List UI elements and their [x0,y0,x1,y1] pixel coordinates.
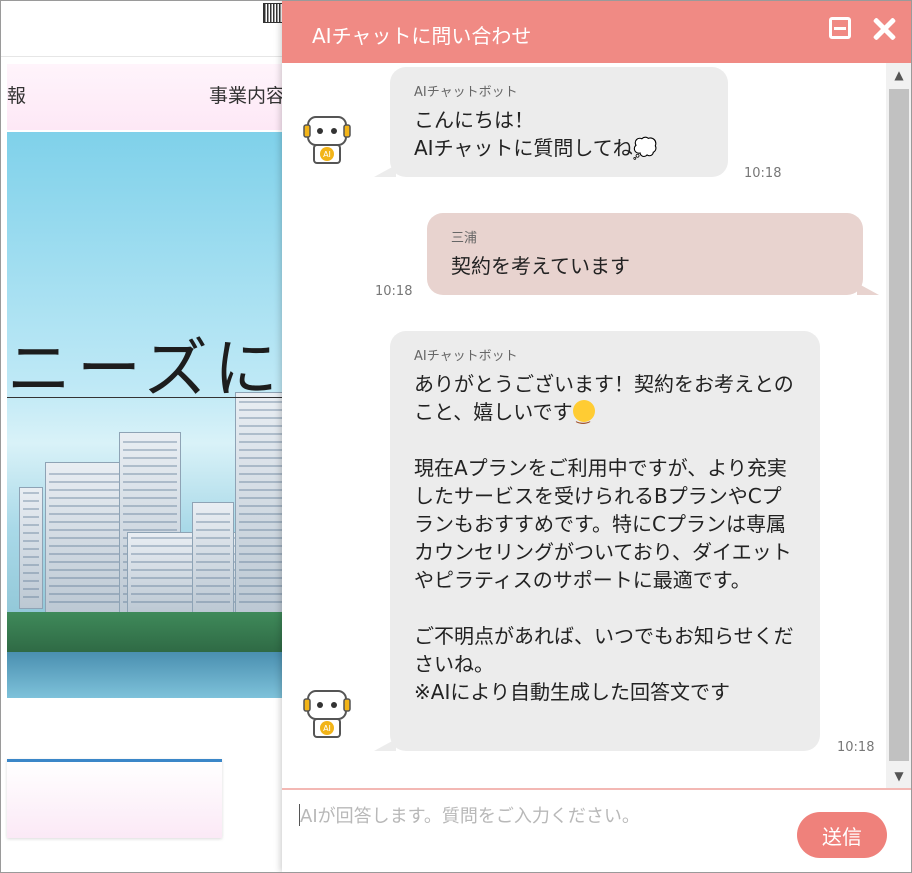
site-navigation: 報 事業内容 [7,64,301,130]
chat-title: AIチャットに問い合わせ [312,24,532,48]
chat-header: AIチャットに問い合わせ [282,1,911,63]
message-time: 10:18 [375,284,413,299]
user-message-bubble: 三浦 契約を考えています [427,213,879,295]
message-text: 契約を考えています [451,254,630,278]
hero-heading: ニーズに [7,333,284,407]
nav-item-partial[interactable]: 報 [7,81,26,108]
text-cursor [299,804,300,826]
robot-avatar-icon: AI [303,116,351,164]
message-text: こんにちは！ AIチャットに質問してね💭 [414,108,658,160]
nav-item-business[interactable]: 事業内容 [209,81,285,108]
message-time: 10:18 [744,166,782,181]
message-text: ありがとうございます！契約をお考えとのこと、嬉しいです 現在Aプランをご利用中で… [414,370,796,706]
scroll-up-arrow-icon[interactable]: ▲ [886,63,911,87]
content-card [7,759,222,838]
minimize-button[interactable] [827,15,857,45]
bot-message-bubble: AIチャットボット ありがとうございます！契約をお考えとのこと、嬉しいです 現在… [374,331,820,751]
svg-text:AI: AI [323,150,331,159]
message-sender: AIチャットボット [414,85,518,100]
qr-code-icon [263,3,283,23]
chat-message-input[interactable] [298,800,792,832]
svg-text:AI: AI [323,724,331,733]
message-list[interactable]: AI AIチャットボット こんにちは！ AIチャットに質問してね💭 10:18 … [282,63,885,788]
browser-viewport: 報 事業内容 ニーズに AIチャットに問い合わせ AI AIチャットボット こん… [0,0,912,873]
chat-widget: AIチャットに問い合わせ AI AIチャットボット こんにちは！ AIチャットに… [282,1,911,872]
message-time: 10:18 [837,740,875,755]
bot-message-bubble: AIチャットボット こんにちは！ AIチャットに質問してね💭 [374,67,728,177]
site-header [1,1,301,57]
robot-avatar-icon: AI [303,690,351,738]
hero-image: ニーズに [7,132,301,698]
message-sender: AIチャットボット [414,349,518,364]
chat-input-area: 送信 [282,788,911,872]
scroll-down-arrow-icon[interactable]: ▼ [886,764,911,788]
close-button[interactable] [869,15,899,45]
smiling-face-emoji-icon [572,400,595,429]
message-sender: 三浦 [451,231,478,246]
send-button[interactable]: 送信 [797,812,887,858]
message-scrollbar[interactable]: ▲ ▼ [886,63,911,788]
scrollbar-thumb[interactable] [889,89,909,761]
background-website: 報 事業内容 ニーズに [1,1,301,872]
